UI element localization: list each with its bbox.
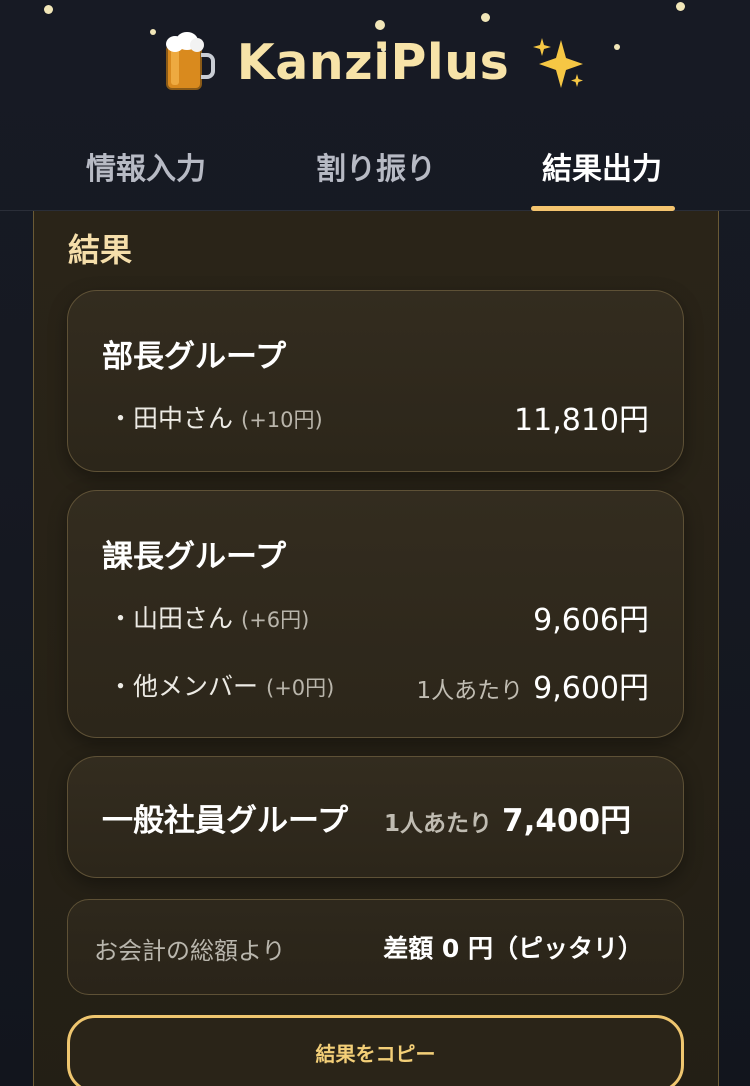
- member-row: ・山田さん (+6円): [108, 599, 309, 635]
- sparkles-icon: [531, 34, 587, 90]
- member-name: ・他メンバー: [108, 672, 259, 701]
- beer-mug-icon: [163, 31, 215, 93]
- title-row: KanziPlus: [0, 22, 750, 102]
- member-diff: (+6円): [241, 608, 310, 632]
- per-person-label: 1人あたり: [384, 811, 493, 837]
- decorative-star: [481, 13, 490, 22]
- member-row: ・他メンバー (+0円): [108, 667, 334, 703]
- group-card-bucho: 部長グループ ・田中さん (+10円) 11,810円: [67, 290, 684, 472]
- member-diff: (+10円): [241, 408, 323, 432]
- group-card-kacho: 課長グループ ・山田さん (+6円) 9,606円 ・他メンバー (+0円) 1人あ…: [67, 490, 684, 738]
- app-header: KanziPlus: [0, 0, 750, 120]
- member-amount: 11,810円: [514, 403, 649, 438]
- section-title: 結果: [68, 231, 133, 269]
- tab-bar: 情報入力 割り振り 結果出力: [0, 120, 750, 211]
- group-name: 部長グループ: [102, 339, 287, 375]
- member-amount-row: 1人あたり 9,600円: [416, 663, 649, 707]
- result-panel: 結果 部長グループ ・田中さん (+10円) 11,810円 課長グループ ・山田…: [33, 211, 719, 1086]
- member-diff: (+0円): [266, 676, 335, 700]
- per-person-label: 1人あたり: [416, 678, 524, 704]
- app-title: KanziPlus: [236, 33, 510, 91]
- member-amount: 9,606円: [533, 603, 649, 638]
- group-card-ippan: 一般社員グループ 1人あたり 7,400円: [67, 756, 684, 878]
- group-name: 一般社員グループ: [102, 803, 349, 839]
- group-amount-row: 1人あたり 7,400円: [384, 795, 631, 840]
- decorative-star: [44, 5, 53, 14]
- tab-allocation[interactable]: 割り振り: [288, 144, 464, 210]
- group-name: 課長グループ: [102, 539, 287, 575]
- total-difference-summary: お会計の総額より 差額 0 円（ピッタリ）: [67, 899, 684, 995]
- summary-label: お会計の総額より: [94, 937, 286, 965]
- summary-value: 差額 0 円（ピッタリ）: [383, 934, 643, 963]
- member-name: ・山田さん: [108, 604, 234, 633]
- tab-info-input[interactable]: 情報入力: [58, 144, 234, 210]
- copy-result-button[interactable]: 結果をコピー: [67, 1015, 684, 1086]
- tab-result-output[interactable]: 結果出力: [516, 144, 688, 210]
- member-amount: 9,600円: [533, 671, 649, 706]
- group-amount: 7,400円: [502, 803, 632, 839]
- member-row: ・田中さん (+10円): [108, 399, 323, 435]
- app-screen: KanziPlus 情報入力 割り振り 結果出力 結果 部長グループ ・田中さん…: [0, 0, 750, 1086]
- member-name: ・田中さん: [108, 404, 234, 433]
- decorative-star: [676, 2, 685, 11]
